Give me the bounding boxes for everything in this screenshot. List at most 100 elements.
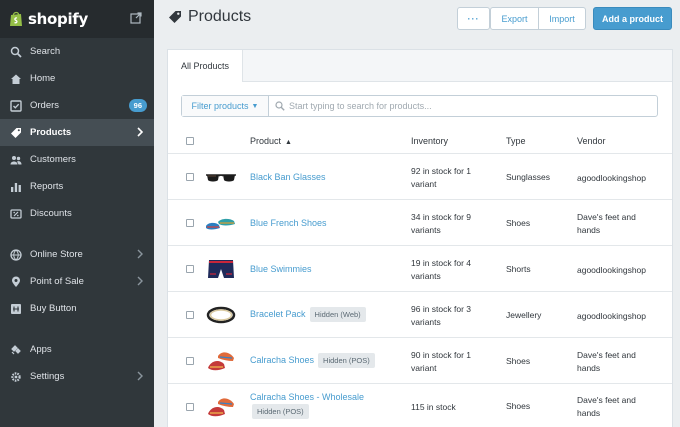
sidebar-item-orders[interactable]: Orders 96: [0, 92, 154, 119]
tab-bar: All Products: [168, 50, 672, 82]
sidebar-item-home[interactable]: Home: [0, 65, 154, 92]
inventory-cell: 90 in stock for 1 variant: [411, 350, 472, 373]
brand-bar: shopify: [0, 0, 154, 38]
brand-name[interactable]: shopify: [28, 10, 88, 28]
sidebar-item-label: Discounts: [30, 208, 72, 219]
product-name-link[interactable]: Calracha Shoes - Wholesale: [250, 392, 364, 402]
product-thumbnail-shorts: [208, 260, 234, 278]
sidebar-item-label: Customers: [30, 154, 76, 165]
table-row[interactable]: Calracha Shoes - Wholesale Hidden (POS) …: [168, 384, 672, 427]
product-thumbnail-bracelet: [206, 306, 236, 324]
type-cell: Shoes: [506, 356, 531, 366]
more-actions-button[interactable]: ···: [457, 7, 490, 30]
product-name-link[interactable]: Bracelet Pack: [250, 309, 306, 319]
sidebar-item-label: Buy Button: [30, 303, 77, 314]
sidebar-item-customers[interactable]: Customers: [0, 146, 154, 173]
table-row[interactable]: Bracelet Pack Hidden (Web) 96 in stock fo…: [168, 292, 672, 338]
sidebar-item-online-store[interactable]: Online Store: [0, 241, 154, 268]
product-thumbnail-blue-shoes: [206, 218, 235, 230]
sidebar-item-label: Search: [30, 46, 61, 57]
page-header: Products ··· Export Import Add a product: [154, 0, 680, 38]
visibility-tag: Hidden (POS): [252, 404, 309, 419]
select-all-checkbox[interactable]: [186, 137, 194, 145]
products-card: All Products Filter products ▼ Product▲ …: [168, 50, 672, 427]
sidebar-item-label: Orders: [30, 100, 60, 111]
product-name-link[interactable]: Black Ban Glasses: [250, 172, 326, 182]
sidebar-divider: [0, 322, 154, 336]
search-input[interactable]: [289, 101, 649, 111]
row-checkbox[interactable]: [186, 311, 194, 319]
column-label: Product: [250, 136, 282, 146]
vendor-cell: Dave's feet and hands: [577, 395, 636, 418]
type-cell: Shoes: [506, 401, 531, 411]
vendor-cell: Dave's feet and hands: [577, 350, 636, 373]
product-tag-wrap: Hidden (POS): [250, 404, 309, 419]
type-cell: Shorts: [506, 264, 531, 274]
export-button[interactable]: Export: [490, 7, 539, 30]
product-name-link[interactable]: Calracha Shoes: [250, 355, 314, 365]
column-header-vendor: Vendor: [577, 136, 606, 146]
sidebar-item-label: Apps: [30, 344, 52, 355]
row-checkbox[interactable]: [186, 219, 194, 227]
visibility-tag: Hidden (Web): [309, 307, 366, 322]
buy-button-icon: [10, 303, 22, 315]
product-name-link[interactable]: Blue French Shoes: [250, 218, 327, 228]
sidebar-item-discounts[interactable]: Discounts: [0, 200, 154, 227]
chevron-right-icon: [137, 371, 143, 381]
row-checkbox[interactable]: [186, 265, 194, 273]
filter-button-label: Filter products: [191, 101, 249, 111]
sidebar-item-point-of-sale[interactable]: Point of Sale: [0, 268, 154, 295]
inventory-cell: 96 in stock for 3 variants: [411, 304, 472, 327]
sidebar-item-settings[interactable]: Settings: [0, 363, 154, 390]
product-name-link[interactable]: Blue Swimmies: [250, 264, 312, 274]
apps-icon: [10, 344, 22, 356]
tab-all-products[interactable]: All Products: [168, 50, 243, 82]
sidebar-item-buy-button[interactable]: Buy Button: [0, 295, 154, 322]
home-icon: [10, 73, 22, 85]
column-header-inventory: Inventory: [411, 136, 449, 146]
row-checkbox[interactable]: [186, 403, 194, 411]
sidebar-item-label: Settings: [30, 371, 65, 382]
filter-bar: Filter products ▼: [181, 95, 658, 117]
sidebar-item-label: Home: [30, 73, 56, 84]
table-row[interactable]: Blue French Shoes 34 in stock for 9 vari…: [168, 200, 672, 246]
product-name-cell: Bracelet Pack Hidden (Web): [250, 307, 366, 322]
chevron-right-icon: [137, 276, 143, 286]
orders-icon: [10, 99, 22, 112]
vendor-cell: agoodlookingshop: [577, 311, 647, 321]
column-header-type: Type: [506, 136, 526, 146]
product-name-cell: Calracha Shoes Hidden (POS): [250, 353, 375, 368]
sort-up-icon: ▲: [285, 139, 292, 146]
caret-down-icon: ▼: [251, 102, 259, 110]
row-checkbox[interactable]: [186, 173, 194, 181]
table-row[interactable]: Black Ban Glasses 92 in stock for 1 vari…: [168, 154, 672, 200]
product-thumbnail-red-shoes: [208, 352, 234, 371]
row-checkbox[interactable]: [186, 357, 194, 365]
sidebar-item-reports[interactable]: Reports: [0, 173, 154, 200]
import-button[interactable]: Import: [538, 7, 586, 30]
filter-products-button[interactable]: Filter products ▼: [182, 96, 269, 116]
sidebar-item-products[interactable]: Products: [0, 119, 154, 146]
sidebar-item-label: Point of Sale: [30, 276, 84, 287]
search-wrap: [269, 96, 657, 116]
sidebar-item-search[interactable]: Search: [0, 38, 154, 65]
external-link-icon[interactable]: [130, 12, 142, 24]
pin-icon: [10, 276, 22, 288]
discounts-icon: [10, 208, 22, 220]
vendor-cell: agoodlookingshop: [577, 173, 647, 183]
table-row[interactable]: Blue Swimmies 19 in stock for 4 variants…: [168, 246, 672, 292]
tag-icon: [169, 11, 181, 23]
column-header-product[interactable]: Product ▲: [250, 136, 292, 146]
sidebar-item-label: Reports: [30, 181, 64, 192]
type-cell: Jewellery: [506, 310, 542, 320]
page-title: Products: [168, 8, 251, 26]
sidebar-item-apps[interactable]: Apps: [0, 336, 154, 363]
sidebar-divider: [0, 227, 154, 241]
add-product-button[interactable]: Add a product: [593, 7, 672, 30]
table-row[interactable]: Calracha Shoes Hidden (POS) 90 in stock f…: [168, 338, 672, 384]
customers-icon: [10, 154, 22, 166]
sidebar-item-label: Products: [30, 127, 72, 138]
chevron-right-icon: [137, 127, 144, 137]
sidebar-nav: Search Home Orders 96 Products Customers…: [0, 38, 154, 390]
inventory-cell: 34 in stock for 9 variants: [411, 212, 472, 235]
